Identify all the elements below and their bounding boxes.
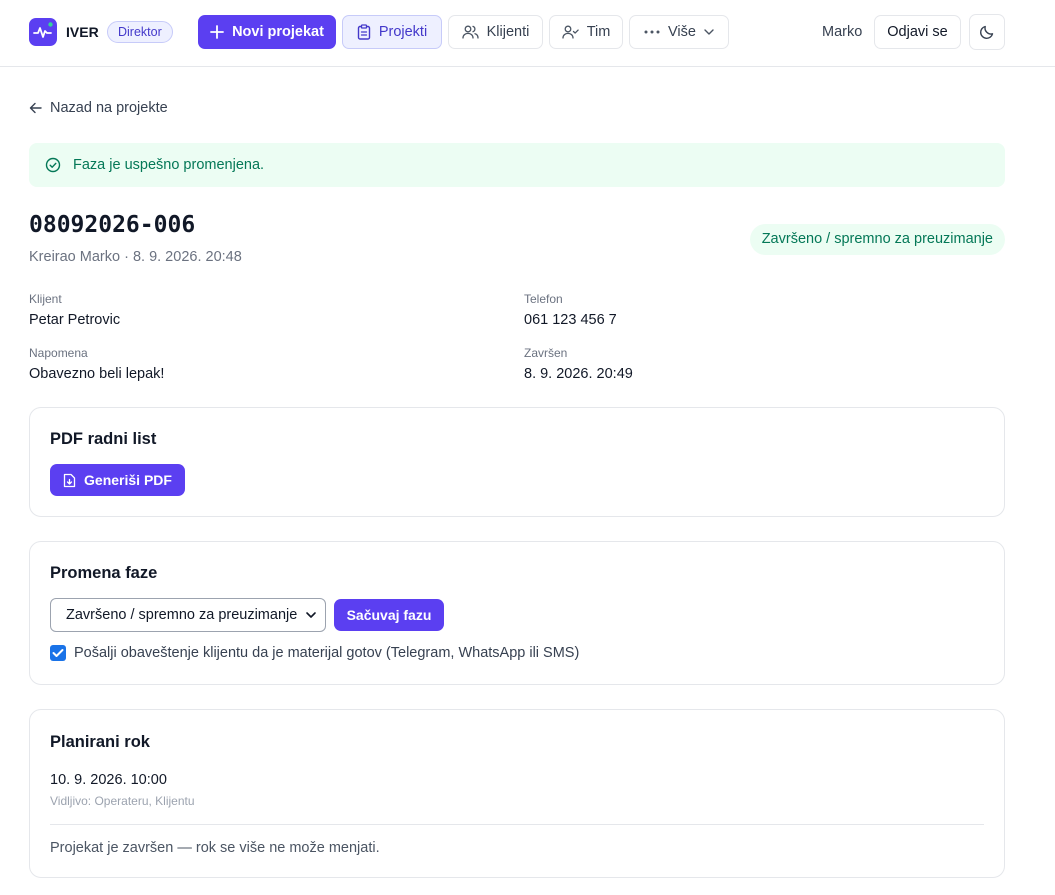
completed-value: 8. 9. 2026. 20:49	[524, 366, 633, 382]
user-check-icon	[562, 25, 579, 39]
new-project-button[interactable]: Novi projekat	[198, 15, 336, 49]
alert-message: Faza je uspešno promenjena.	[73, 157, 265, 173]
nav-projects[interactable]: Projekti	[342, 15, 442, 49]
phase-change-card: Promena faze Završeno / spremno za preuz…	[29, 541, 1005, 685]
deadline-value: 10. 9. 2026. 10:00	[50, 772, 167, 788]
check-circle-icon	[45, 157, 61, 173]
pdf-card-title: PDF radni list	[50, 430, 157, 448]
phone-value: 061 123 456 7	[524, 312, 617, 328]
notify-client-option: Pošalji obaveštenje klijentu da je mater…	[50, 645, 579, 661]
divider	[50, 824, 984, 825]
deadline-locked-note: Projekat je završen — rok se više ne mož…	[50, 840, 380, 856]
status-badge: Završeno / spremno za preuzimanje	[749, 224, 1005, 255]
nav-clients[interactable]: Klijenti	[448, 15, 543, 49]
ellipsis-icon	[644, 30, 660, 34]
phase-card-title: Promena faze	[50, 564, 158, 582]
project-created-info: Kreirao Marko · 8. 9. 2026. 20:48	[29, 249, 242, 265]
client-label: Klijent	[29, 292, 62, 306]
deadline-card-title: Planirani rok	[50, 733, 150, 751]
pdf-card: PDF radni list Generiši PDF	[29, 407, 1005, 517]
client-value: Petar Petrovic	[29, 312, 121, 328]
role-badge: Direktor	[107, 21, 173, 43]
deadline-visibility: Vidljivo: Operateru, Klijentu	[50, 794, 195, 808]
nav-team[interactable]: Tim	[549, 15, 623, 49]
logo[interactable]	[29, 18, 57, 46]
top-navigation-bar: IVER Direktor Novi projekat Projekti Kli…	[0, 0, 1055, 67]
phone-label: Telefon	[524, 292, 563, 306]
theme-toggle-button[interactable]	[969, 14, 1005, 50]
new-project-label: Novi projekat	[232, 24, 324, 40]
generate-pdf-button[interactable]: Generiši PDF	[50, 464, 185, 496]
users-icon	[461, 25, 479, 39]
notify-client-label: Pošalji obaveštenje klijentu da je mater…	[74, 645, 580, 661]
checkmark-icon	[52, 649, 64, 657]
user-name: Marko	[822, 24, 863, 40]
completed-field: Završen 8. 9. 2026. 20:49	[524, 346, 633, 382]
phase-select[interactable]: Završeno / spremno za preuzimanje	[50, 598, 326, 632]
client-field: Klijent Petar Petrovic	[29, 292, 120, 328]
nav-clients-label: Klijenti	[486, 24, 530, 40]
arrow-left-icon	[29, 102, 42, 114]
phase-select-value: Završeno / spremno za preuzimanje	[66, 607, 298, 623]
clipboard-icon	[357, 24, 371, 40]
save-phase-button[interactable]: Sačuvaj fazu	[334, 599, 444, 631]
chevron-down-icon	[704, 29, 714, 35]
plus-icon	[210, 25, 224, 39]
brand-name: IVER	[66, 24, 99, 40]
project-code: 08092026-006	[29, 212, 196, 238]
note-label: Napomena	[29, 346, 88, 360]
file-download-icon	[63, 473, 76, 487]
logout-button[interactable]: Odjavi se	[874, 15, 961, 49]
nav-team-label: Tim	[586, 24, 611, 40]
note-field: Napomena Obavezno beli lepak!	[29, 346, 164, 382]
chevron-down-icon	[306, 612, 316, 618]
pulse-icon	[33, 22, 53, 38]
planned-deadline-card: Planirani rok 10. 9. 2026. 10:00 Vidljiv…	[29, 709, 1005, 878]
notify-client-checkbox[interactable]	[50, 645, 66, 661]
nav-projects-label: Projekti	[378, 24, 428, 40]
back-to-projects-link[interactable]: Nazad na projekte	[29, 100, 168, 116]
success-alert: Faza je uspešno promenjena.	[29, 143, 1005, 187]
back-link-label: Nazad na projekte	[50, 100, 168, 116]
completed-label: Završen	[524, 346, 568, 360]
moon-icon	[979, 25, 994, 40]
generate-pdf-label: Generiši PDF	[84, 472, 172, 488]
nav-more[interactable]: Više	[629, 15, 729, 49]
nav-more-label: Više	[668, 24, 696, 40]
note-value: Obavezno beli lepak!	[29, 366, 165, 382]
phone-field: Telefon 061 123 456 7	[524, 292, 617, 328]
